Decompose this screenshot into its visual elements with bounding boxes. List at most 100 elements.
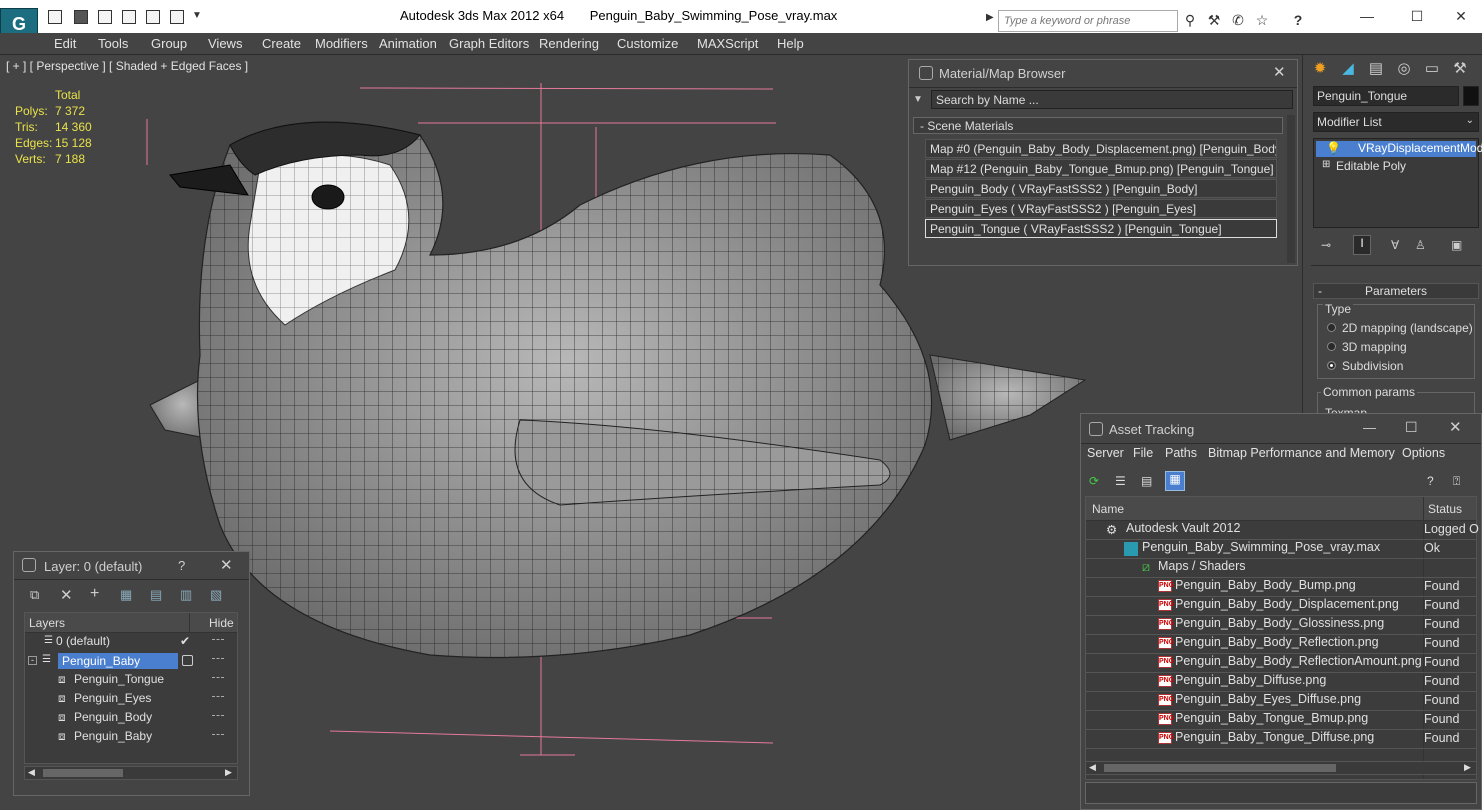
asset-menu-options[interactable]: Options — [1402, 446, 1445, 460]
list-view-icon[interactable]: ☰ — [1115, 474, 1126, 488]
select-objects-icon[interactable]: ▦ — [120, 587, 132, 603]
maximize-icon[interactable]: ☐ — [1402, 6, 1432, 26]
scrollbar[interactable] — [1287, 115, 1295, 263]
close-icon[interactable]: ✕ — [1273, 63, 1286, 81]
scroll-thumb[interactable] — [43, 769, 123, 777]
scene-materials-group[interactable]: - Scene Materials — [913, 117, 1283, 134]
delete-layer-icon[interactable]: ✕ — [60, 586, 73, 604]
help-search-input[interactable]: Type a keyword or phrase — [998, 10, 1178, 32]
scroll-right-icon[interactable]: ▶ — [225, 767, 232, 778]
highlight-layer-icon[interactable]: ▤ — [150, 587, 162, 603]
menu-animation[interactable]: Animation — [379, 36, 437, 51]
undo-icon[interactable] — [146, 10, 160, 24]
create-layer-icon[interactable]: ⧉ — [30, 587, 39, 603]
asset-menu-file[interactable]: File — [1133, 446, 1153, 460]
hide-toggle[interactable] — [212, 639, 224, 640]
col-status[interactable]: Status — [1428, 502, 1462, 516]
radio-subdivision[interactable]: Subdivision — [1327, 359, 1403, 373]
material-item[interactable]: Map #0 (Penguin_Baby_Body_Displacement.p… — [925, 139, 1277, 158]
asset-row[interactable]: PNGPenguin_Baby_Body_Bump.png Found — [1086, 578, 1476, 597]
asset-row[interactable]: PNGPenguin_Baby_Body_Glossiness.png Foun… — [1086, 616, 1476, 635]
hide-toggle[interactable] — [212, 734, 224, 735]
communication-icon[interactable]: ✆ — [1230, 12, 1246, 28]
scroll-right-icon[interactable]: ▶ — [1464, 762, 1471, 773]
current-layer-icon[interactable] — [182, 655, 193, 666]
utilities-tab-icon[interactable]: ⚒ — [1449, 58, 1471, 80]
layer-object-penguin-eyes[interactable]: ⧈ Penguin_Eyes — [24, 691, 238, 710]
collapse-icon[interactable]: - — [28, 656, 37, 665]
hide-toggle[interactable] — [212, 677, 224, 678]
close-icon[interactable]: ✕ — [1449, 418, 1462, 436]
scroll-thumb[interactable] — [1104, 764, 1336, 772]
hide-toggle[interactable] — [212, 696, 224, 697]
menu-create[interactable]: Create — [262, 36, 301, 51]
menu-rendering[interactable]: Rendering — [539, 36, 599, 51]
menu-modifiers[interactable]: Modifiers — [315, 36, 368, 51]
project-icon[interactable] — [122, 10, 136, 24]
hide-toggle[interactable] — [212, 715, 224, 716]
material-item[interactable]: Map #12 (Penguin_Baby_Tongue_Bmup.png) [… — [925, 159, 1277, 178]
asset-path-field[interactable] — [1085, 782, 1477, 804]
asset-row[interactable]: PNGPenguin_Baby_Body_Reflection.png Foun… — [1086, 635, 1476, 654]
menu-edit[interactable]: Edit — [54, 36, 76, 51]
save-icon[interactable] — [74, 10, 88, 24]
lightbulb-icon[interactable]: 💡 — [1326, 141, 1341, 155]
show-end-result-icon[interactable]: I — [1353, 235, 1371, 255]
menu-customize[interactable]: Customize — [617, 36, 678, 51]
thumbnail-view-icon[interactable]: ▤ — [1141, 474, 1152, 488]
col-layers[interactable]: Layers — [29, 616, 65, 630]
material-item-selected[interactable]: Penguin_Tongue ( VRayFastSSS2 ) [Penguin… — [925, 219, 1277, 238]
scroll-left-icon[interactable]: ◀ — [28, 767, 35, 778]
material-item[interactable]: Penguin_Body ( VRayFastSSS2 ) [Penguin_B… — [925, 179, 1277, 198]
close-icon[interactable]: ✕ — [1446, 6, 1476, 26]
new-icon[interactable] — [98, 10, 112, 24]
favorites-star-icon[interactable]: ☆ — [1254, 12, 1270, 28]
help-icon[interactable]: ? — [1427, 474, 1434, 488]
asset-menu-paths[interactable]: Paths — [1165, 446, 1197, 460]
help-icon[interactable]: ? — [178, 558, 185, 573]
minimize-icon[interactable]: — — [1352, 6, 1382, 26]
make-unique-icon[interactable]: ∀ — [1391, 238, 1399, 252]
display-tab-icon[interactable]: ▭ — [1421, 58, 1443, 80]
asset-row[interactable]: ⧄ Maps / Shaders — [1086, 559, 1476, 578]
asset-menu-bitmap[interactable]: Bitmap Performance and Memory — [1208, 446, 1395, 460]
material-item[interactable]: Penguin_Eyes ( VRayFastSSS2 ) [Penguin_E… — [925, 199, 1277, 218]
add-to-layer-icon[interactable]: + — [90, 585, 99, 603]
menu-group[interactable]: Group — [151, 36, 187, 51]
layer-row-penguin-baby[interactable]: - ☰ Penguin_Baby — [24, 653, 238, 672]
table-view-icon[interactable]: ▦ — [1165, 471, 1185, 491]
close-icon[interactable]: ✕ — [220, 556, 233, 574]
wrench-icon[interactable]: ⚒ — [1206, 12, 1222, 28]
pin-stack-icon[interactable]: ⊸ — [1321, 238, 1331, 252]
asset-menu-server[interactable]: Server — [1087, 446, 1124, 460]
menu-graph-editors[interactable]: Graph Editors — [449, 36, 529, 51]
col-name[interactable]: Name — [1092, 502, 1124, 516]
asset-row[interactable]: Penguin_Baby_Swimming_Pose_vray.max Ok — [1086, 540, 1476, 559]
menu-tools[interactable]: Tools — [98, 36, 128, 51]
remove-modifier-icon[interactable]: ♙ — [1415, 238, 1426, 252]
expand-icon[interactable]: ⊞ — [1322, 159, 1330, 170]
layer-object-penguin-baby[interactable]: ⧈ Penguin_Baby — [24, 729, 238, 748]
binoculars-icon[interactable]: ⚲ — [1182, 12, 1198, 28]
active-check-icon[interactable]: ✔ — [180, 634, 190, 648]
motion-tab-icon[interactable]: ◎ — [1393, 58, 1415, 80]
asset-row[interactable]: PNGPenguin_Baby_Body_ReflectionAmount.pn… — [1086, 654, 1476, 673]
asset-row[interactable]: PNGPenguin_Baby_Tongue_Bmup.png Found — [1086, 711, 1476, 730]
asset-row[interactable]: PNGPenguin_Baby_Diffuse.png Found — [1086, 673, 1476, 692]
asset-row[interactable]: PNGPenguin_Baby_Body_Displacement.png Fo… — [1086, 597, 1476, 616]
asset-row[interactable]: PNGPenguin_Baby_Tongue_Diffuse.png Found — [1086, 730, 1476, 749]
radio-2d-mapping[interactable]: 2D mapping (landscape) — [1327, 321, 1473, 335]
options-dropdown-icon[interactable]: ▼ — [913, 94, 923, 105]
asset-row[interactable]: ⚙ Autodesk Vault 2012 Logged O — [1086, 521, 1479, 540]
create-tab-icon[interactable]: ✹ — [1309, 58, 1331, 80]
layer-object-penguin-tongue[interactable]: ⧈ Penguin_Tongue — [24, 672, 238, 691]
freeze-all-icon[interactable]: ▧ — [210, 587, 222, 603]
open-icon[interactable] — [48, 10, 62, 24]
configure-sets-icon[interactable]: ▣ — [1451, 238, 1462, 252]
material-search-input[interactable]: Search by Name ... — [931, 90, 1293, 109]
menu-help[interactable]: Help — [777, 36, 804, 51]
maximize-icon[interactable]: ☐ — [1405, 419, 1418, 436]
parameters-rollout[interactable]: - Parameters — [1313, 283, 1479, 299]
horizontal-scrollbar[interactable]: ◀ ▶ — [1085, 761, 1477, 775]
col-hide[interactable]: Hide — [209, 616, 234, 630]
